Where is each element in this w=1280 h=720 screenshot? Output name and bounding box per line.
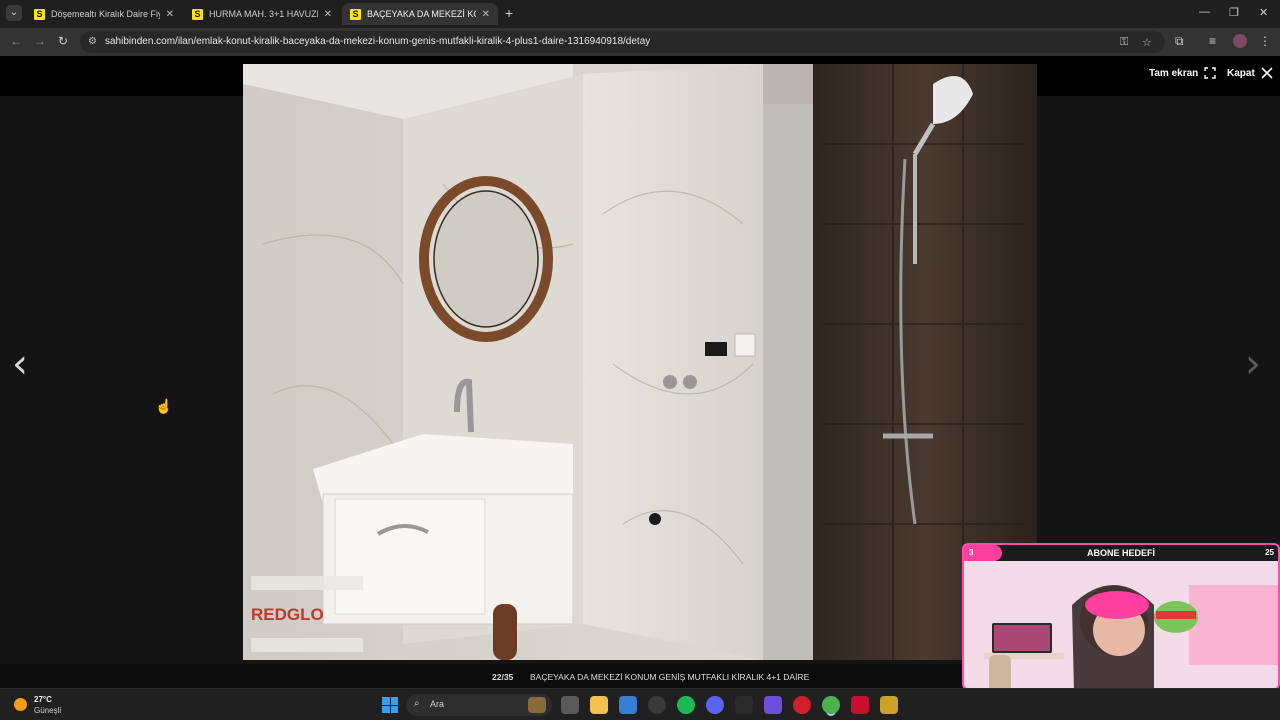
tab-title: HURMA MAH. 3+1 HAVUZLU SİTE [209,9,318,19]
subscriber-goal-bar: 3 ABONE HEDEFİ 25 [964,545,1278,561]
weather-temperature[interactable]: 27°C [34,695,52,704]
search-placeholder: Ara [430,699,445,709]
reload-icon[interactable]: ↻ [58,34,68,48]
g-app-icon[interactable] [735,696,753,714]
profile-avatar[interactable] [1233,34,1247,48]
address-bar[interactable]: ⚙ sahibinden.com/ilan/emlak-konut-kirali… [80,31,1165,53]
weather-condition[interactable]: Güneşli [34,706,61,715]
browser-toolbar: ← → ↻ ⚙ sahibinden.com/ilan/emlak-konut-… [0,28,1280,56]
opera-icon[interactable] [793,696,811,714]
goal-target-count: 25 [1265,548,1274,557]
extensions-icon[interactable]: ⧉ [1175,34,1184,49]
file-explorer-icon[interactable] [590,696,608,714]
tab-close-icon[interactable]: ✕ [166,9,174,20]
menu-dots-icon[interactable]: ⋮ [1259,34,1271,48]
task-view-icon[interactable] [561,696,579,714]
tab-dosemealti[interactable]: S Döşemealtı Kiralık Daire Fiyatları ✕ [26,3,182,25]
webcam-overlay: 3 ABONE HEDEFİ 25 [962,543,1280,690]
media-control-icon[interactable]: ≡ [1209,34,1216,48]
grid-app-icon[interactable] [764,696,782,714]
clock-app-icon[interactable] [648,696,666,714]
bathroom-photo-image: REDGLO [243,64,1037,660]
fullscreen-icon [1204,67,1216,79]
photo-counter: 22/35 [492,672,514,682]
url-text[interactable]: sahibinden.com/ilan/emlak-konut-kiralik-… [105,36,650,47]
watermark-logo-text: REDGLO [251,605,324,624]
tab-close-icon[interactable]: ✕ [324,9,332,20]
red-app-icon[interactable] [851,696,869,714]
sun-weather-icon[interactable] [14,698,27,711]
forward-icon[interactable]: → [34,34,46,48]
tab-strip: ⌄ S Döşemealtı Kiralık Daire Fiyatları ✕… [0,0,1280,28]
next-photo-arrow-icon[interactable]: › [1245,341,1261,387]
tab-title: BAÇEYAKA DA MEKEZİ KONUM [367,9,476,19]
sahibinden-favicon-icon: S [350,8,361,20]
site-info-icon[interactable]: ⚙ [88,36,97,47]
fullscreen-label: Tam ekran [1149,67,1199,79]
close-icon [1261,67,1273,79]
spotify-icon[interactable] [677,696,695,714]
tab-baceyaka[interactable]: S BAÇEYAKA DA MEKEZİ KONUM ✕ [342,3,498,25]
window-close-icon[interactable]: ✕ [1259,6,1268,19]
goal-title: ABONE HEDEFİ [1086,548,1155,558]
tab-hurma[interactable]: S HURMA MAH. 3+1 HAVUZLU SİTE ✕ [184,3,340,25]
discord-icon[interactable] [706,696,724,714]
minimize-icon[interactable]: — [1199,6,1210,18]
windows-taskbar: 27°C Güneşli ⌕ Ara [0,688,1280,720]
search-icon: ⌕ [414,698,420,709]
password-key-icon[interactable]: ⚿ [1120,36,1128,49]
tab-title: Döşemealtı Kiralık Daire Fiyatları [51,9,160,19]
back-icon[interactable]: ← [10,34,22,48]
league-app-icon[interactable] [880,696,898,714]
sahibinden-favicon-icon: S [34,8,45,20]
taskbar-search[interactable]: ⌕ Ara [406,694,552,716]
search-highlight-icon [528,697,546,713]
close-gallery-button[interactable]: Kapat [1227,67,1273,79]
chrome-icon[interactable] [822,696,840,714]
hand-cursor-icon: ☝ [155,398,173,414]
fullscreen-button[interactable]: Tam ekran [1149,67,1216,79]
previous-photo-arrow-icon[interactable]: ‹ [12,341,28,387]
bookmark-star-icon[interactable]: ☆ [1142,36,1152,49]
listing-title: BAÇEYAKA DA MEKEZİ KONUM GENİŞ MUTFAKLI … [530,672,810,682]
new-tab-button[interactable]: + [505,5,513,21]
sahibinden-favicon-icon: S [192,8,203,20]
start-button-windows-icon[interactable] [382,697,398,713]
restore-icon[interactable]: ❐ [1229,6,1239,19]
tab-search-icon[interactable]: ⌄ [6,5,22,21]
tab-close-icon[interactable]: ✕ [482,9,490,20]
mail-icon[interactable] [619,696,637,714]
listing-photo: REDGLO [243,64,1037,660]
webcam-image [964,545,1278,688]
close-label: Kapat [1227,67,1255,79]
